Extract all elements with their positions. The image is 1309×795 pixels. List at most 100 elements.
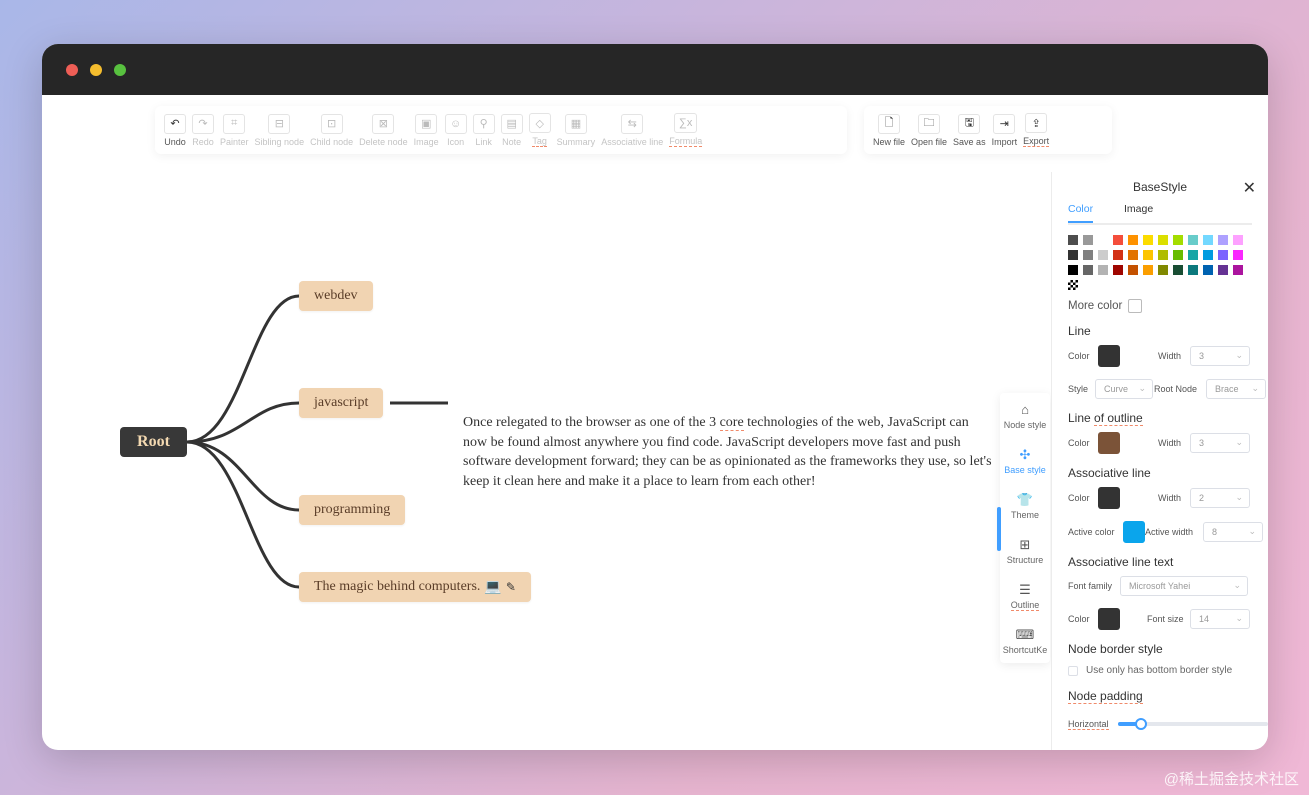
node-webdev[interactable]: webdev bbox=[299, 281, 373, 311]
select-value: 8 bbox=[1212, 527, 1218, 537]
outline-section-title: Line of outline bbox=[1068, 411, 1143, 426]
associative-color-swatch[interactable] bbox=[1098, 487, 1120, 509]
font-family-select[interactable]: Microsoft Yahei ⌄ bbox=[1120, 576, 1248, 596]
color-swatch[interactable] bbox=[1098, 250, 1108, 260]
line-section-title: Line bbox=[1068, 324, 1091, 338]
select-value: Brace bbox=[1215, 384, 1239, 394]
bottom-border-checkbox[interactable] bbox=[1068, 666, 1078, 676]
line-color-swatch[interactable] bbox=[1098, 345, 1120, 367]
color-swatch[interactable] bbox=[1098, 235, 1108, 245]
base-style-icon: ✣ bbox=[1019, 447, 1031, 462]
color-swatch[interactable] bbox=[1218, 265, 1228, 275]
select-value: 3 bbox=[1199, 438, 1205, 448]
color-swatch[interactable] bbox=[1128, 250, 1138, 260]
color-swatch[interactable] bbox=[1113, 250, 1123, 260]
more-color-row[interactable]: More color bbox=[1068, 299, 1143, 313]
more-color-picker[interactable] bbox=[1128, 299, 1143, 313]
chevron-down-icon: ⌄ bbox=[1235, 350, 1243, 360]
color-swatch[interactable] bbox=[1173, 235, 1183, 245]
line-style-select[interactable]: Curve ⌄ bbox=[1095, 379, 1153, 399]
color-swatch[interactable] bbox=[1188, 250, 1198, 260]
color-swatch[interactable] bbox=[1128, 265, 1138, 275]
color-swatch[interactable] bbox=[1083, 235, 1093, 245]
color-swatch[interactable] bbox=[1233, 265, 1243, 275]
padding-section-title: Node padding bbox=[1068, 689, 1143, 704]
assoc-text-color-swatch[interactable] bbox=[1098, 608, 1120, 630]
minimize-window-button[interactable] bbox=[90, 64, 102, 76]
color-swatch[interactable] bbox=[1158, 265, 1168, 275]
root-node-select[interactable]: Brace ⌄ bbox=[1206, 379, 1266, 399]
color-swatch[interactable] bbox=[1083, 250, 1093, 260]
color-swatch[interactable] bbox=[1233, 250, 1243, 260]
color-swatch[interactable] bbox=[1203, 235, 1213, 245]
side-tab-bar: ⌂ Node style ✣ Base style 👕 Theme ⊞ Structure ☰ O… bbox=[997, 393, 1050, 663]
node-magic-behind-computers[interactable]: The magic behind computers. 💻 ✎ bbox=[299, 572, 531, 602]
associative-width-select[interactable]: 2 ⌄ bbox=[1190, 488, 1250, 508]
color-swatch[interactable] bbox=[1098, 265, 1108, 275]
color-swatch[interactable] bbox=[1158, 250, 1168, 260]
more-color-label: More color bbox=[1068, 300, 1123, 312]
active-width-select[interactable]: 8 ⌄ bbox=[1203, 522, 1263, 542]
title-part: of outline bbox=[1094, 411, 1143, 426]
color-swatch[interactable] bbox=[1233, 235, 1243, 245]
tab-outline[interactable]: ☰ Outline bbox=[1000, 582, 1050, 611]
chevron-down-icon: ⌄ bbox=[1235, 437, 1243, 447]
tab-label: ShortcutKe bbox=[1002, 645, 1048, 655]
outline-color-label: Color bbox=[1068, 438, 1090, 448]
color-swatch[interactable] bbox=[1203, 250, 1213, 260]
color-swatch[interactable] bbox=[1068, 250, 1078, 260]
structure-icon: ⊞ bbox=[1019, 537, 1031, 552]
close-icon[interactable]: ✕ bbox=[1243, 178, 1256, 198]
note-text-part: core bbox=[719, 415, 744, 431]
color-swatch[interactable] bbox=[1128, 235, 1138, 245]
color-swatch[interactable] bbox=[1203, 265, 1213, 275]
color-swatch[interactable] bbox=[1188, 265, 1198, 275]
theme-shirt-icon: 👕 bbox=[1016, 492, 1034, 507]
color-swatch[interactable] bbox=[1188, 235, 1198, 245]
color-swatch[interactable] bbox=[1173, 265, 1183, 275]
color-swatch[interactable] bbox=[1068, 235, 1078, 245]
active-color-swatch[interactable] bbox=[1123, 521, 1145, 543]
transparent-swatch[interactable] bbox=[1068, 280, 1078, 290]
tab-node-style[interactable]: ⌂ Node style bbox=[1000, 402, 1050, 430]
color-swatch[interactable] bbox=[1083, 265, 1093, 275]
chevron-down-icon: ⌄ bbox=[1251, 383, 1259, 393]
font-size-select[interactable]: 14 ⌄ bbox=[1190, 609, 1250, 629]
edge-magic bbox=[186, 440, 300, 589]
outline-color-swatch[interactable] bbox=[1098, 432, 1120, 454]
color-swatch[interactable] bbox=[1068, 265, 1078, 275]
tab-label: Structure bbox=[1006, 555, 1044, 565]
edit-pencil-icon[interactable]: ✎ bbox=[506, 580, 516, 595]
select-value: Curve bbox=[1104, 384, 1129, 394]
font-size-label: Font size bbox=[1147, 614, 1184, 624]
outline-width-select[interactable]: 3 ⌄ bbox=[1190, 433, 1250, 453]
close-window-button[interactable] bbox=[66, 64, 78, 76]
color-swatch[interactable] bbox=[1143, 265, 1153, 275]
tab-theme[interactable]: 👕 Theme bbox=[1000, 492, 1050, 520]
select-value: 3 bbox=[1199, 351, 1205, 361]
horizontal-padding-thumb[interactable] bbox=[1134, 718, 1147, 730]
color-swatch[interactable] bbox=[1218, 235, 1228, 245]
tab-color[interactable]: Color bbox=[1068, 203, 1094, 223]
color-swatch[interactable] bbox=[1158, 235, 1168, 245]
color-swatch[interactable] bbox=[1113, 235, 1123, 245]
root-node[interactable]: Root bbox=[120, 427, 187, 457]
color-swatch[interactable] bbox=[1143, 235, 1153, 245]
panel-tabs: Color Image bbox=[1068, 203, 1252, 225]
maximize-window-button[interactable] bbox=[114, 64, 126, 76]
title-text: Node padding bbox=[1068, 689, 1143, 704]
select-value: Microsoft Yahei bbox=[1129, 581, 1191, 591]
tab-structure[interactable]: ⊞ Structure bbox=[1000, 537, 1050, 565]
color-swatch[interactable] bbox=[1173, 250, 1183, 260]
tab-base-style[interactable]: ✣ Base style bbox=[1000, 447, 1050, 475]
node-javascript[interactable]: javascript bbox=[299, 388, 384, 418]
outline-width-label: Width bbox=[1158, 438, 1182, 448]
color-swatch[interactable] bbox=[1143, 250, 1153, 260]
node-programming[interactable]: programming bbox=[299, 495, 406, 525]
mindmap-canvas[interactable]: Root webdev javascript programming The m… bbox=[42, 95, 1052, 750]
color-swatch[interactable] bbox=[1218, 250, 1228, 260]
tab-shortcutke[interactable]: ⌨ ShortcutKe bbox=[1000, 627, 1050, 655]
tab-image[interactable]: Image bbox=[1124, 203, 1153, 215]
line-width-select[interactable]: 3 ⌄ bbox=[1190, 346, 1250, 366]
color-swatch[interactable] bbox=[1113, 265, 1123, 275]
